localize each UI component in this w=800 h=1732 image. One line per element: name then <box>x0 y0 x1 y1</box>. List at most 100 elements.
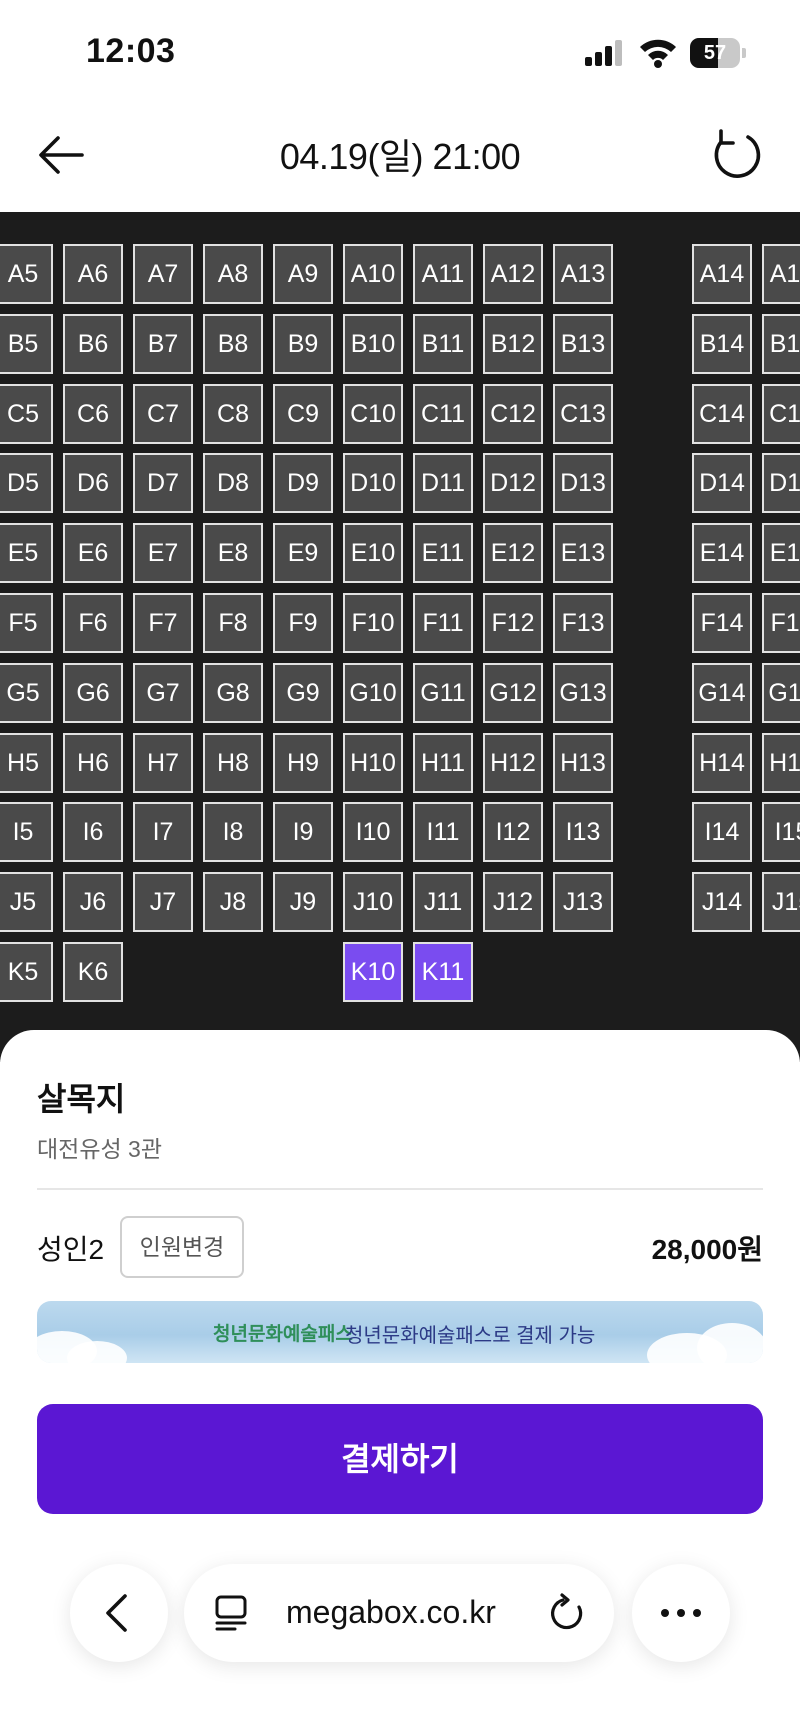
seat-f14[interactable]: F14 <box>692 593 752 653</box>
seat-j12[interactable]: J12 <box>483 872 543 932</box>
seat-e7[interactable]: E7 <box>133 523 193 583</box>
seat-e5[interactable]: E5 <box>0 523 53 583</box>
seat-f8[interactable]: F8 <box>203 593 263 653</box>
seat-b6[interactable]: B6 <box>63 314 123 374</box>
seat-j15[interactable]: J15 <box>762 872 800 932</box>
seat-c14[interactable]: C14 <box>692 384 752 444</box>
seat-c11[interactable]: C11 <box>413 384 473 444</box>
seat-k10[interactable]: K10 <box>343 942 403 1002</box>
seat-f10[interactable]: F10 <box>343 593 403 653</box>
seat-g9[interactable]: G9 <box>273 663 333 723</box>
seat-d7[interactable]: D7 <box>133 453 193 513</box>
seat-h8[interactable]: H8 <box>203 733 263 793</box>
seat-k5[interactable]: K5 <box>0 942 53 1002</box>
seat-c6[interactable]: C6 <box>63 384 123 444</box>
seat-i12[interactable]: I12 <box>483 802 543 862</box>
seat-j7[interactable]: J7 <box>133 872 193 932</box>
seat-g12[interactable]: G12 <box>483 663 543 723</box>
seat-g11[interactable]: G11 <box>413 663 473 723</box>
seat-i9[interactable]: I9 <box>273 802 333 862</box>
seat-a15[interactable]: A15 <box>762 244 800 304</box>
seat-d10[interactable]: D10 <box>343 453 403 513</box>
seat-h7[interactable]: H7 <box>133 733 193 793</box>
seat-c7[interactable]: C7 <box>133 384 193 444</box>
seat-i8[interactable]: I8 <box>203 802 263 862</box>
seat-g14[interactable]: G14 <box>692 663 752 723</box>
seat-a8[interactable]: A8 <box>203 244 263 304</box>
seat-h13[interactable]: H13 <box>553 733 613 793</box>
seat-a13[interactable]: A13 <box>553 244 613 304</box>
seat-j10[interactable]: J10 <box>343 872 403 932</box>
seat-j5[interactable]: J5 <box>0 872 53 932</box>
seat-c5[interactable]: C5 <box>0 384 53 444</box>
more-options-button[interactable] <box>632 1564 730 1662</box>
seat-d15[interactable]: D15 <box>762 453 800 513</box>
seat-e8[interactable]: E8 <box>203 523 263 583</box>
promo-banner[interactable]: 청년문화예술패스 청년문화예술패스로 결제 가능 <box>37 1301 763 1363</box>
seat-i10[interactable]: I10 <box>343 802 403 862</box>
seat-b5[interactable]: B5 <box>0 314 53 374</box>
seat-j14[interactable]: J14 <box>692 872 752 932</box>
seat-f13[interactable]: F13 <box>553 593 613 653</box>
seat-d6[interactable]: D6 <box>63 453 123 513</box>
seat-c13[interactable]: C13 <box>553 384 613 444</box>
seat-g5[interactable]: G5 <box>0 663 53 723</box>
seat-k6[interactable]: K6 <box>63 942 123 1002</box>
seat-c9[interactable]: C9 <box>273 384 333 444</box>
seat-g7[interactable]: G7 <box>133 663 193 723</box>
seat-a11[interactable]: A11 <box>413 244 473 304</box>
pay-button[interactable]: 결제하기 <box>37 1404 763 1514</box>
seat-a14[interactable]: A14 <box>692 244 752 304</box>
seat-j11[interactable]: J11 <box>413 872 473 932</box>
seat-f9[interactable]: F9 <box>273 593 333 653</box>
seat-d13[interactable]: D13 <box>553 453 613 513</box>
address-bar[interactable]: megabox.co.kr <box>184 1564 614 1662</box>
seat-b9[interactable]: B9 <box>273 314 333 374</box>
seat-a5[interactable]: A5 <box>0 244 53 304</box>
seat-h9[interactable]: H9 <box>273 733 333 793</box>
seat-f15[interactable]: F15 <box>762 593 800 653</box>
seat-d8[interactable]: D8 <box>203 453 263 513</box>
seat-f6[interactable]: F6 <box>63 593 123 653</box>
seat-i5[interactable]: I5 <box>0 802 53 862</box>
seat-d5[interactable]: D5 <box>0 453 53 513</box>
seat-d14[interactable]: D14 <box>692 453 752 513</box>
seat-f11[interactable]: F11 <box>413 593 473 653</box>
seat-g13[interactable]: G13 <box>553 663 613 723</box>
seat-f5[interactable]: F5 <box>0 593 53 653</box>
seat-f12[interactable]: F12 <box>483 593 543 653</box>
seat-i7[interactable]: I7 <box>133 802 193 862</box>
seat-b12[interactable]: B12 <box>483 314 543 374</box>
seat-e14[interactable]: E14 <box>692 523 752 583</box>
seat-h11[interactable]: H11 <box>413 733 473 793</box>
seat-j8[interactable]: J8 <box>203 872 263 932</box>
seat-i11[interactable]: I11 <box>413 802 473 862</box>
seat-g10[interactable]: G10 <box>343 663 403 723</box>
seat-i13[interactable]: I13 <box>553 802 613 862</box>
back-arrow-icon[interactable] <box>30 122 96 188</box>
seat-b14[interactable]: B14 <box>692 314 752 374</box>
seat-i15[interactable]: I15 <box>762 802 800 862</box>
seat-c8[interactable]: C8 <box>203 384 263 444</box>
seat-e9[interactable]: E9 <box>273 523 333 583</box>
seat-e11[interactable]: E11 <box>413 523 473 583</box>
seat-j6[interactable]: J6 <box>63 872 123 932</box>
browser-back-button[interactable] <box>70 1564 168 1662</box>
change-people-button[interactable]: 인원변경 <box>120 1216 244 1278</box>
seat-h14[interactable]: H14 <box>692 733 752 793</box>
seat-i14[interactable]: I14 <box>692 802 752 862</box>
seat-a7[interactable]: A7 <box>133 244 193 304</box>
seat-b13[interactable]: B13 <box>553 314 613 374</box>
seat-a9[interactable]: A9 <box>273 244 333 304</box>
seat-d12[interactable]: D12 <box>483 453 543 513</box>
seat-g15[interactable]: G15 <box>762 663 800 723</box>
seat-e12[interactable]: E12 <box>483 523 543 583</box>
tabs-icon[interactable] <box>214 1594 250 1632</box>
seat-k11[interactable]: K11 <box>413 942 473 1002</box>
seat-g8[interactable]: G8 <box>203 663 263 723</box>
seat-h12[interactable]: H12 <box>483 733 543 793</box>
seat-h5[interactable]: H5 <box>0 733 53 793</box>
seat-j9[interactable]: J9 <box>273 872 333 932</box>
seat-a6[interactable]: A6 <box>63 244 123 304</box>
seat-d11[interactable]: D11 <box>413 453 473 513</box>
